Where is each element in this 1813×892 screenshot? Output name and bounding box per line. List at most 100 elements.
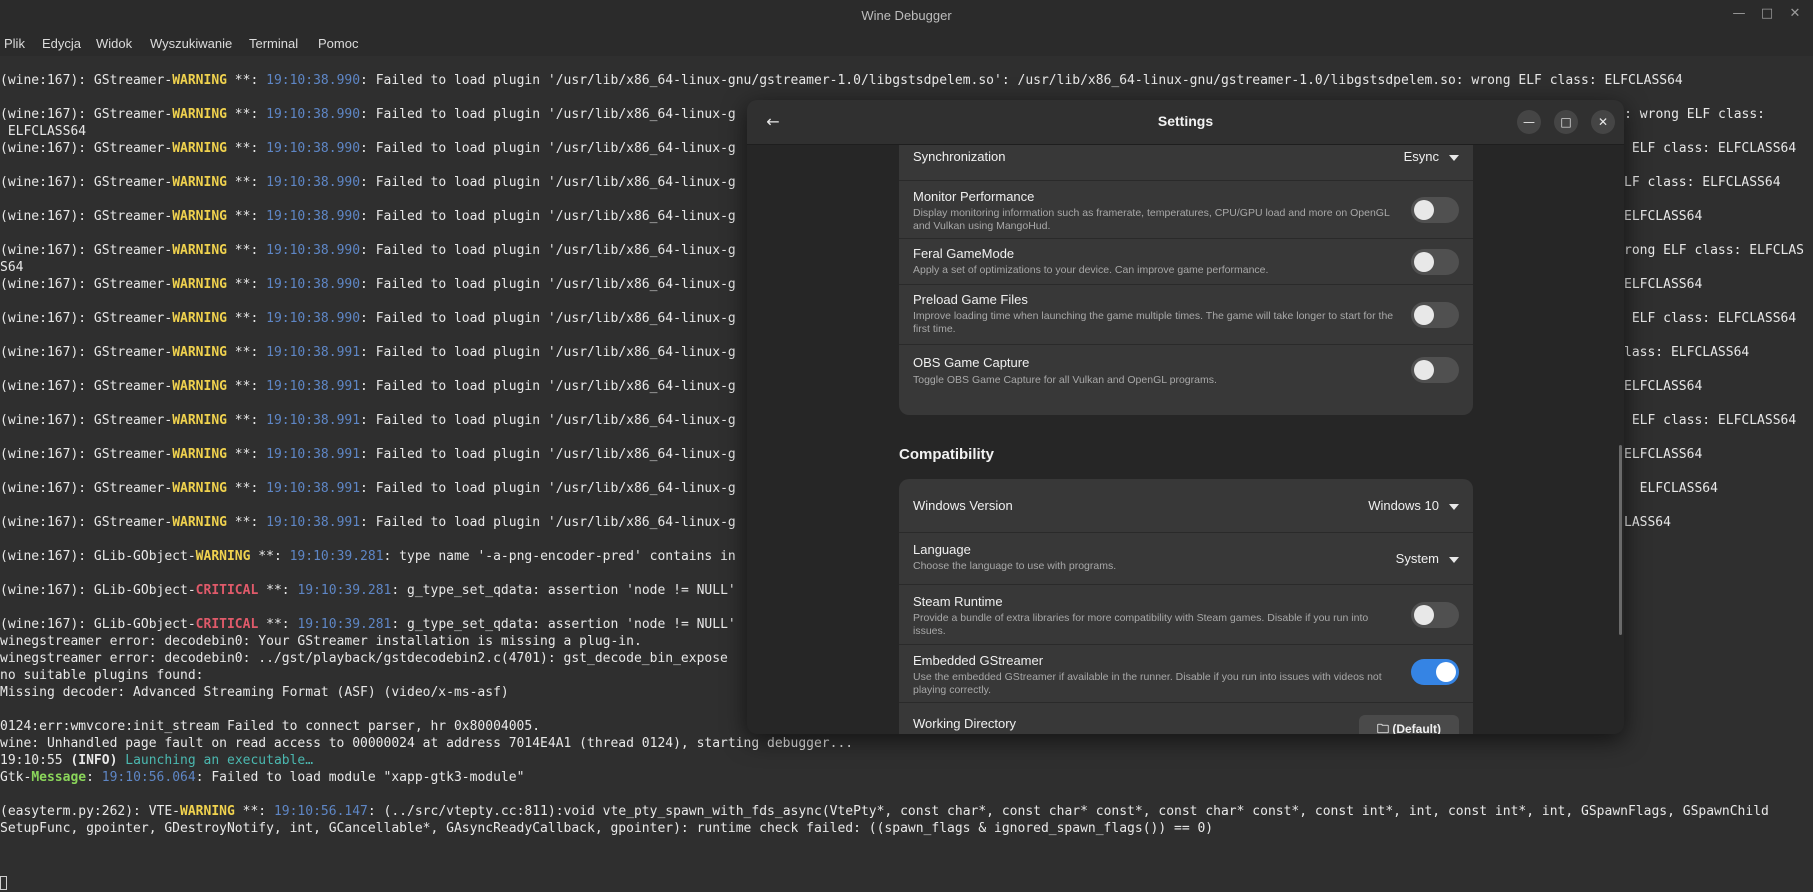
terminal-text: (wine:167): GStreamer- [0, 175, 173, 190]
maximize-icon[interactable]: □ [1757, 6, 1777, 21]
terminal-text: **: [258, 617, 298, 632]
terminal-text: WARNING [172, 243, 227, 258]
terminal-line: (wine:167): GStreamer-WARNING **: 19:10:… [0, 310, 736, 327]
terminal-text: 19:10:39.281 [289, 549, 384, 564]
terminal-text: **: [226, 73, 267, 88]
working-directory-button[interactable]: 🗀 (Default) [1359, 715, 1459, 734]
obs-capture-label: OBS Game Capture [913, 355, 1030, 370]
terminal-text: WARNING [172, 209, 227, 224]
terminal-line: (wine:167): GStreamer-WARNING **: 19:10:… [0, 276, 736, 293]
terminal-text: **: [226, 209, 267, 224]
terminal-text: CRITICAL [195, 617, 259, 632]
windows-version-value[interactable]: Windows 10 [1368, 498, 1439, 513]
steam-runtime-toggle[interactable] [1411, 602, 1459, 628]
terminal-line: 0124:err:wmvcore:init_stream Failed to c… [0, 718, 540, 735]
terminal-line: ELF class: ELFCLASS64 [1624, 140, 1796, 157]
terminal-text: 19:10:56.064 [101, 770, 196, 785]
terminal-text: 19:10:38.990 [266, 311, 361, 326]
terminal-text: S64 [0, 260, 24, 275]
menu-edit[interactable]: Edycja [42, 36, 81, 51]
terminal-line: S64 [0, 259, 23, 276]
settings-scroll-area[interactable]: Synchronization Esync Monitor Performanc… [747, 145, 1624, 734]
language-value[interactable]: System [1396, 551, 1439, 566]
working-directory-row: Working Directory 🗀 (Default) [899, 703, 1473, 734]
menu-help[interactable]: Pomoc [318, 36, 358, 51]
terminal-text: **: [234, 804, 274, 819]
chevron-down-icon [1449, 504, 1459, 510]
terminal-text: : Failed to load plugin '/usr/lib/x86_64… [360, 107, 736, 122]
terminal-text: **: [226, 447, 267, 462]
terminal-text: **: [258, 583, 298, 598]
settings-dialog: ← Settings — □ ✕ Synchronization Esync M… [747, 100, 1624, 734]
working-directory-value: (Default) [1392, 722, 1442, 734]
preload-files-desc: Improve loading time when launching the … [913, 310, 1394, 335]
embedded-gstreamer-toggle[interactable] [1411, 659, 1459, 685]
terminal-text: : g_type_set_qdata: assertion 'node != N… [391, 583, 736, 598]
folder-icon: 🗀 [1376, 722, 1389, 734]
terminal-text: **: [226, 413, 267, 428]
terminal-text: : Failed to load plugin '/usr/lib/x86_64… [360, 277, 736, 292]
terminal-line: winegstreamer error: decodebin0: ../gst/… [0, 650, 728, 667]
terminal-text: 19:10:39.281 [297, 583, 392, 598]
feral-gamemode-label: Feral GameMode [913, 246, 1015, 261]
terminal-text: (wine:167): GStreamer- [0, 311, 173, 326]
steam-runtime-label: Steam Runtime [913, 594, 1003, 609]
close-icon[interactable]: ✕ [1785, 6, 1805, 21]
monitor-performance-toggle[interactable] [1411, 197, 1459, 223]
terminal-line: Missing decoder: Advanced Streaming Form… [0, 684, 509, 701]
scrollbar[interactable] [1619, 445, 1622, 635]
terminal-text: ELF class: ELFCLASS64 [1624, 141, 1797, 156]
terminal-text: WARNING [180, 804, 235, 819]
terminal-line: (wine:167): GStreamer-WARNING **: 19:10:… [0, 378, 736, 395]
terminal-text: **: [226, 141, 267, 156]
terminal-text: WARNING [172, 515, 227, 530]
terminal-text: (wine:167): GStreamer- [0, 73, 173, 88]
terminal-line: (wine:167): GLib-GObject-WARNING **: 19:… [0, 548, 736, 565]
terminal-text: : Failed to load plugin '/usr/lib/x86_64… [360, 515, 736, 530]
terminal-text: : Failed to load plugin '/usr/lib/x86_64… [360, 141, 736, 156]
steam-runtime-desc: Provide a bundle of extra libraries for … [913, 612, 1369, 637]
close-icon[interactable]: ✕ [1591, 110, 1615, 134]
synchronization-row[interactable]: Synchronization Esync [899, 145, 1473, 181]
minimize-icon[interactable]: — [1729, 6, 1749, 21]
terminal-text: WARNING [195, 549, 251, 564]
monitor-performance-desc: Display monitoring information such as f… [913, 207, 1390, 232]
terminal-text: : Failed to load plugin '/usr/lib/x86_64… [360, 447, 736, 462]
menu-search[interactable]: Wyszukiwanie [150, 36, 232, 51]
terminal-text: (wine:167): GStreamer- [0, 515, 173, 530]
terminal-text: ELFCLASS64 [1624, 379, 1703, 394]
language-label: Language [913, 542, 971, 557]
terminal-text: : Failed to load plugin '/usr/lib/x86_64… [360, 175, 736, 190]
terminal-line: (wine:167): GStreamer-WARNING **: 19:10:… [0, 208, 736, 225]
terminal-text: **: [226, 345, 267, 360]
synchronization-value[interactable]: Esync [1404, 149, 1439, 164]
feral-gamemode-desc: Apply a set of optimizations to your dev… [913, 264, 1269, 276]
minimize-icon[interactable]: — [1517, 110, 1541, 134]
terminal-line: lass: ELFCLASS64 [1624, 344, 1749, 361]
terminal-text: 19:10:38.990 [266, 107, 361, 122]
terminal-text: **: [250, 549, 290, 564]
menu-file[interactable]: Plik [4, 36, 25, 51]
terminal-text: LF class: ELFCLASS64 [1624, 175, 1781, 190]
preload-files-toggle[interactable] [1411, 302, 1459, 328]
terminal-text: : Failed to load plugin '/usr/lib/x86_64… [360, 73, 1683, 88]
terminal-text: Message [31, 770, 87, 785]
embedded-gstreamer-label: Embedded GStreamer [913, 653, 1044, 668]
terminal-text: : Failed to load plugin '/usr/lib/x86_64… [360, 345, 736, 360]
language-row[interactable]: Language Choose the language to use with… [899, 533, 1473, 585]
windows-version-row[interactable]: Windows Version Windows 10 [899, 479, 1473, 533]
menu-terminal[interactable]: Terminal [249, 36, 298, 51]
terminal-text: : Failed to load plugin '/usr/lib/x86_64… [360, 413, 736, 428]
terminal-text: (wine:167): GStreamer- [0, 141, 173, 156]
terminal-line: (wine:167): GStreamer-WARNING **: 19:10:… [0, 412, 736, 429]
terminal-text: (wine:167): GStreamer- [0, 107, 173, 122]
terminal-line: (wine:167): GStreamer-WARNING **: 19:10:… [0, 140, 736, 157]
chevron-down-icon [1449, 155, 1459, 161]
windows-version-label: Windows Version [913, 498, 1013, 513]
menu-view[interactable]: Widok [96, 36, 132, 51]
feral-gamemode-toggle[interactable] [1411, 249, 1459, 275]
terminal-text: winegstreamer error: decodebin0: ../gst/… [0, 651, 728, 666]
obs-capture-toggle[interactable] [1411, 357, 1459, 383]
terminal-text: SetupFunc, gpointer, GDestroyNotify, int… [0, 821, 1214, 836]
maximize-icon[interactable]: □ [1554, 110, 1578, 134]
